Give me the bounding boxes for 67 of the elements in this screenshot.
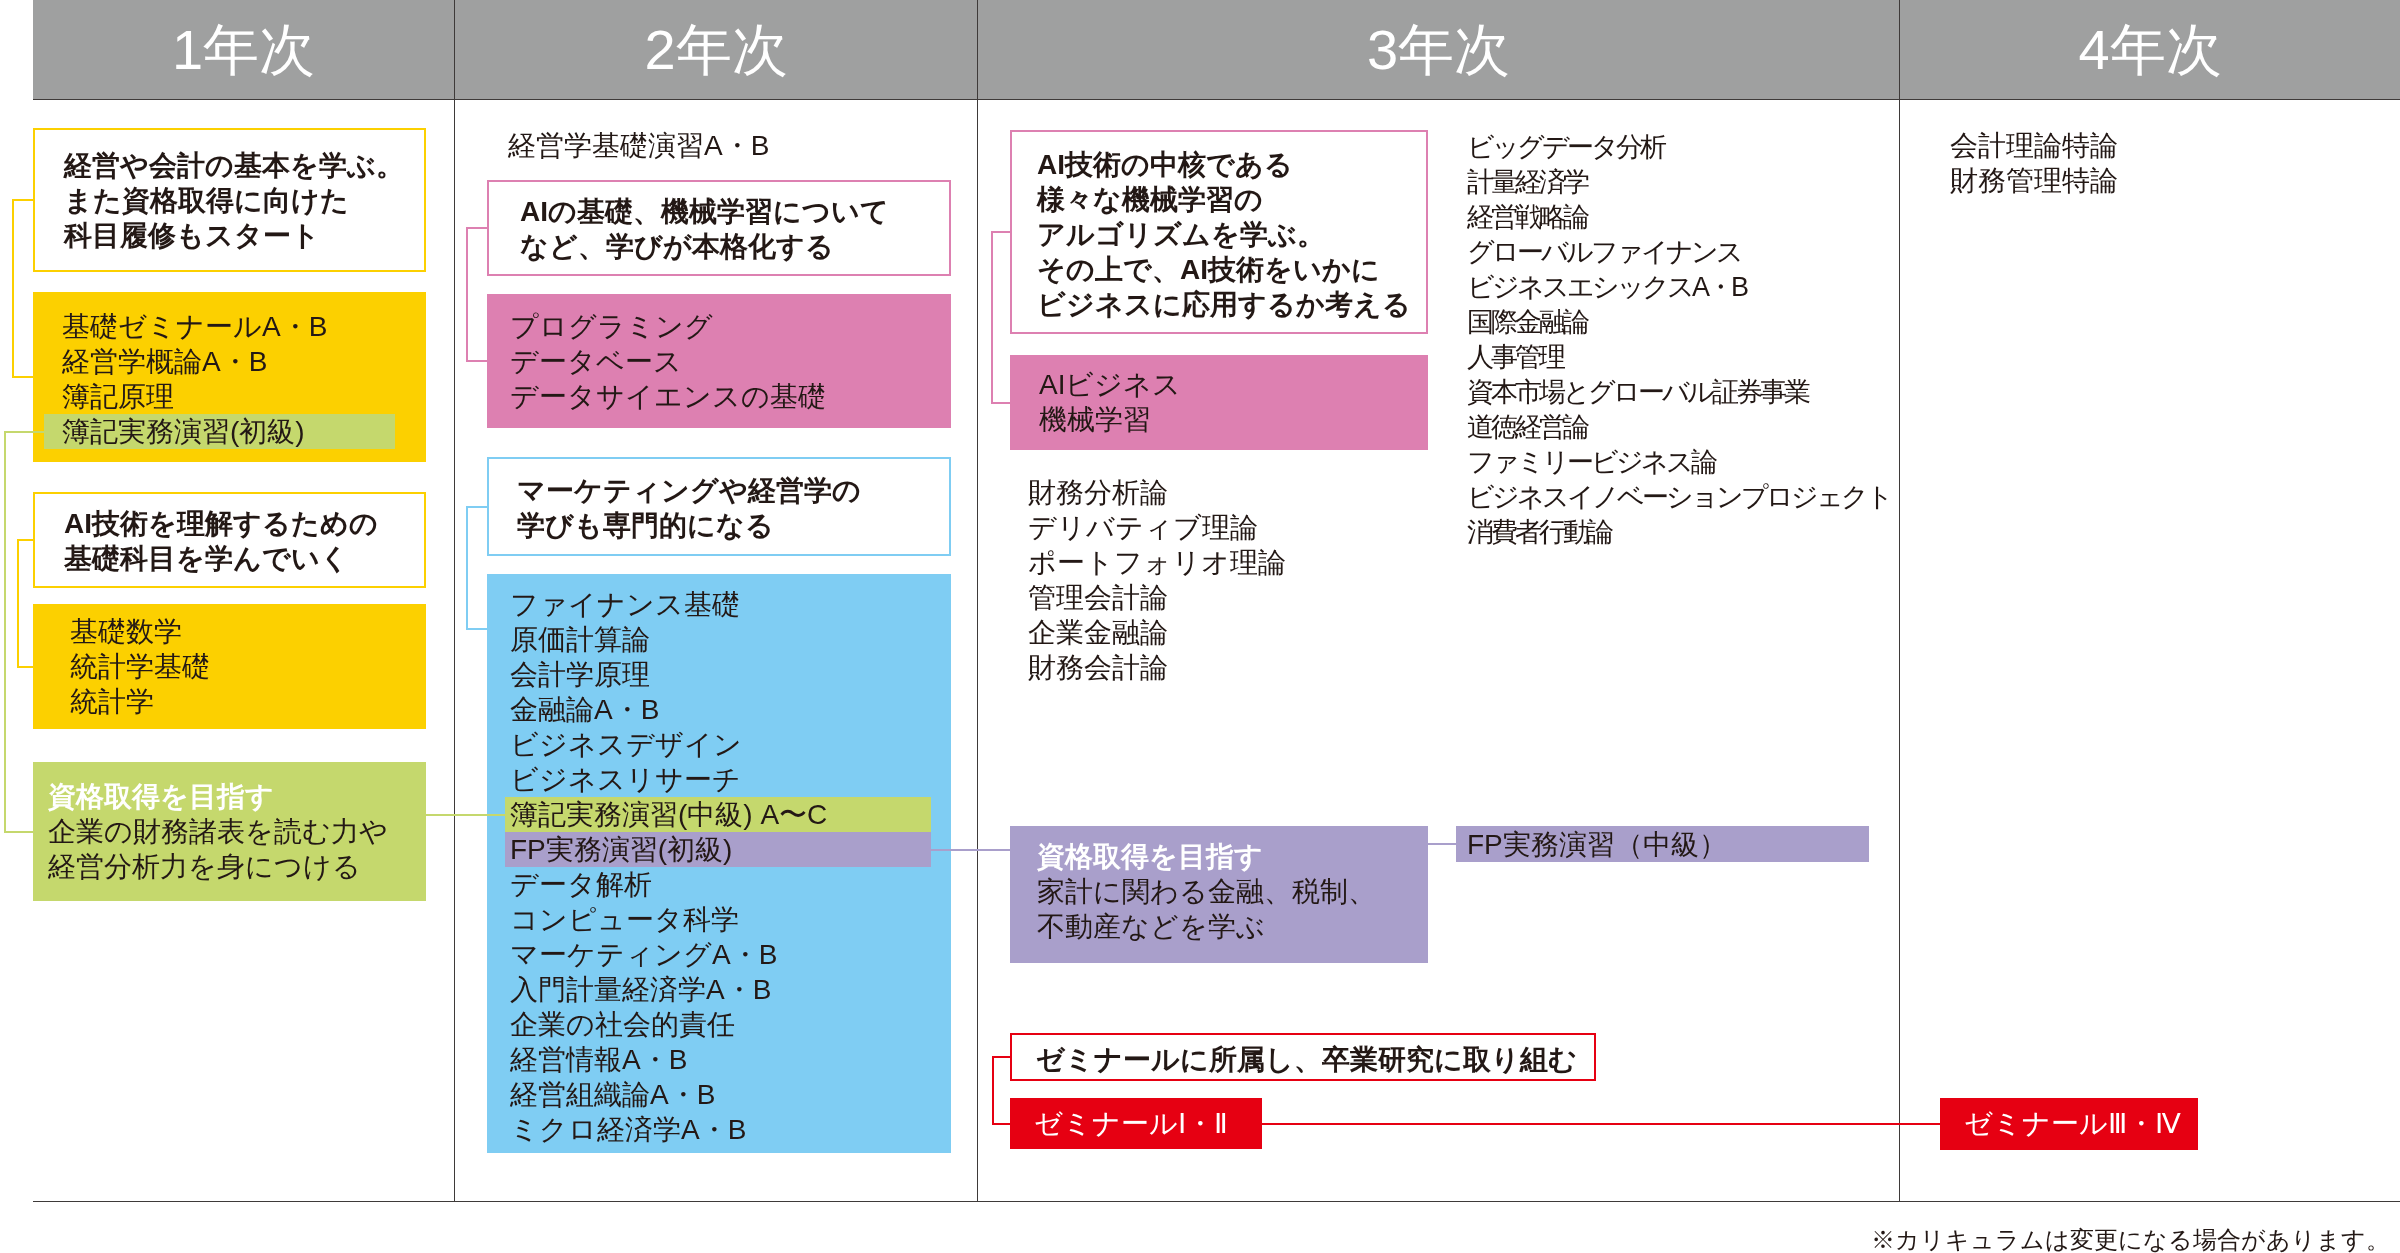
highlighted-course: 簿記実務演習(初級) — [44, 414, 395, 449]
seminar-label: ゼミナールⅢ・Ⅳ — [1940, 1098, 2198, 1150]
note-text: AIの基礎、機械学習についてなど、学びが本格化する — [520, 195, 889, 264]
course-name: 計量経済学 — [1467, 166, 1587, 199]
course-name: 人事管理 — [1467, 341, 1563, 374]
course-name: 入門計量経済学A・B — [510, 973, 772, 1007]
course-name: 資本市場とグローバル証券事業 — [1467, 376, 1808, 409]
note-text: AI技術の中核である様々な機械学習のアルゴリズムを学ぶ。その上で、AI技術をいかにビジネスに応用するか考える — [1037, 148, 1411, 322]
highlighted-course: 簿記実務演習(中級) A〜C — [505, 797, 931, 832]
course-name: 金融論A・B — [510, 693, 660, 727]
course-name: 会計理論特論 — [1950, 129, 2118, 163]
course-name: 国際金融論 — [1467, 306, 1587, 339]
course-name: グローバルファイナンス — [1467, 236, 1741, 269]
course-name: ビジネスリサーチ — [510, 763, 741, 797]
course-name: 企業金融論 — [1028, 616, 1168, 650]
course-name: 道徳経営論 — [1467, 411, 1587, 444]
course-name: 会計学原理 — [510, 658, 650, 692]
course-name: 財務分析論 — [1028, 476, 1168, 510]
course-name: 統計学基礎 — [70, 650, 210, 684]
course-name: 経営組織論A・B — [510, 1078, 716, 1112]
year-heading: 3年次 — [978, 0, 1899, 100]
course-name: 財務会計論 — [1028, 651, 1168, 685]
course-name: 原価計算論 — [510, 623, 650, 657]
course-name: コンピュータ科学 — [510, 903, 739, 937]
course-name: ファイナンス基礎 — [510, 588, 740, 622]
goal-text: 企業の財務諸表を読む力や経営分析力を身につける — [48, 815, 388, 884]
note-text: AI技術を理解するための基礎科目を学んでいく — [64, 507, 378, 576]
course-name: AIビジネス — [1039, 368, 1182, 402]
course-name: 管理会計論 — [1028, 581, 1168, 615]
course-name: ビジネスイノベーションプロジェクト — [1467, 481, 1891, 514]
course-name: ミクロ経済学A・B — [510, 1113, 747, 1147]
goal-title: 資格取得を目指す — [1037, 840, 1263, 874]
note-text: 経営や会計の基本を学ぶ。また資格取得に向けた科目履修もスタート — [64, 149, 404, 253]
course-name: プログラミング — [510, 310, 713, 344]
goal-text: 家計に関わる金融、税制、不動産などを学ぶ — [1037, 875, 1376, 944]
course-name: 企業の社会的責任 — [510, 1008, 735, 1042]
year-heading: 4年次 — [1900, 0, 2400, 100]
course-name: 簿記原理 — [62, 380, 174, 414]
year-heading: 2年次 — [455, 0, 977, 100]
course-name: 基礎数学 — [70, 615, 182, 649]
course-name: データベース — [510, 345, 682, 379]
course-name: ポートフォリオ理論 — [1028, 546, 1286, 580]
course-name: 機械学習 — [1039, 403, 1151, 437]
course-name: ビジネスエシックスA・B — [1467, 271, 1747, 304]
course-name: 経営戦略論 — [1467, 201, 1587, 234]
course-name: ファミリービジネス論 — [1467, 446, 1715, 479]
course-name: 経営情報A・B — [510, 1043, 688, 1077]
year-heading: 1年次 — [33, 0, 454, 100]
course-name: マーケティングA・B — [510, 938, 778, 972]
course-name: ビッグデータ分析 — [1467, 131, 1664, 164]
seminar-label: ゼミナールⅠ・Ⅱ — [1010, 1098, 1262, 1149]
course-name: 消費者行動論 — [1467, 516, 1611, 549]
course-name: 経営学概論A・B — [62, 345, 268, 379]
course-name: ビジネスデザイン — [510, 728, 742, 762]
course-name: データ解析 — [510, 868, 652, 902]
course-name: データサイエンスの基礎 — [510, 380, 826, 414]
course-name: デリバティブ理論 — [1028, 511, 1258, 545]
course-name: 統計学 — [70, 685, 154, 719]
course-name: 基礎ゼミナールA・B — [62, 310, 328, 344]
course-bar: FP実務演習（中級） — [1456, 826, 1869, 862]
course-name: 財務管理特論 — [1950, 164, 2118, 198]
highlighted-course: FP実務演習(初級) — [505, 832, 931, 867]
course-name: 経営学基礎演習A・B — [508, 129, 770, 163]
footnote-text: ※カリキュラムは変更になる場合があります。 — [1871, 1227, 2390, 1253]
goal-title: 資格取得を目指す — [48, 780, 274, 814]
note-text: ゼミナールに所属し、卒業研究に取り組む — [1036, 1043, 1577, 1077]
note-text: マーケティングや経営学の学びも専門的になる — [517, 474, 861, 543]
